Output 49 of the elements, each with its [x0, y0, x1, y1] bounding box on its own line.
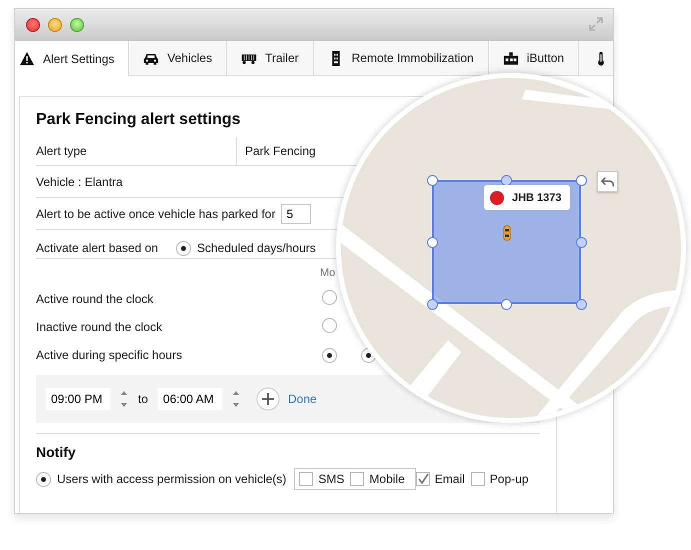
- time-field[interactable]: 06:00 AM: [158, 388, 222, 410]
- close-button[interactable]: [26, 18, 40, 32]
- separator-text: to: [138, 392, 148, 406]
- checkbox-label: Mobile: [369, 472, 405, 486]
- checkbox[interactable]: [470, 472, 485, 486]
- section-title: Notify: [36, 444, 77, 460]
- spinner-icon[interactable]: [232, 389, 240, 409]
- plate-label: JHB 1373: [512, 192, 562, 204]
- field-label: Activate alert based on: [36, 241, 160, 255]
- tab[interactable]: iButton: [488, 41, 580, 75]
- day-header: Mo: [320, 267, 336, 279]
- checkbox[interactable]: [350, 472, 364, 486]
- radio-label: Users with access permission on vehicle(s): [57, 472, 286, 486]
- done-link[interactable]: Done: [288, 392, 317, 406]
- tab[interactable]: Vehicles: [129, 41, 228, 75]
- tab[interactable]: Trailer: [227, 41, 314, 75]
- tab[interactable]: Alert Settings: [15, 41, 130, 76]
- checkbox[interactable]: [299, 472, 314, 486]
- warning-icon: [19, 51, 35, 66]
- schedule-label: Active round the clock: [36, 292, 154, 306]
- radio-label: Scheduled days/hours: [197, 241, 316, 255]
- vehicle-label: Vehicle : Elantra: [36, 174, 123, 188]
- field-value: Park Fencing: [244, 144, 316, 158]
- zoom-button[interactable]: [70, 18, 84, 32]
- undo-button[interactable]: [597, 171, 618, 192]
- ibutton-icon: [502, 50, 519, 66]
- duration-field[interactable]: 5: [281, 204, 312, 224]
- schedule-label: Active during specific hours: [36, 348, 184, 362]
- radio-button[interactable]: [36, 472, 51, 486]
- radio-button[interactable]: [176, 240, 191, 256]
- checkbox[interactable]: [416, 472, 430, 486]
- schedule-label: Inactive round the clock: [36, 320, 164, 334]
- section-title: Park Fencing alert settings: [36, 111, 242, 129]
- checkbox-label: SMS: [318, 472, 344, 486]
- radio-button[interactable]: [322, 290, 337, 305]
- checkbox-label: Email: [434, 472, 465, 486]
- radio-button[interactable]: [322, 348, 337, 363]
- time-field[interactable]: 09:00 PM: [46, 388, 110, 410]
- field-label: Alert type: [36, 137, 237, 165]
- minimize-button[interactable]: [48, 18, 62, 32]
- status-dot: [490, 190, 504, 204]
- tab[interactable]: Remote Immobilization: [314, 41, 489, 75]
- checkbox-label: Pop-up: [490, 472, 528, 486]
- field-label: Alert to be active once vehicle has parked for: [36, 206, 276, 220]
- undo-icon: [600, 174, 614, 188]
- spinner-icon[interactable]: [120, 389, 128, 409]
- radio-button[interactable]: [322, 318, 337, 333]
- add-button[interactable]: [256, 387, 280, 411]
- car-icon: [503, 224, 511, 242]
